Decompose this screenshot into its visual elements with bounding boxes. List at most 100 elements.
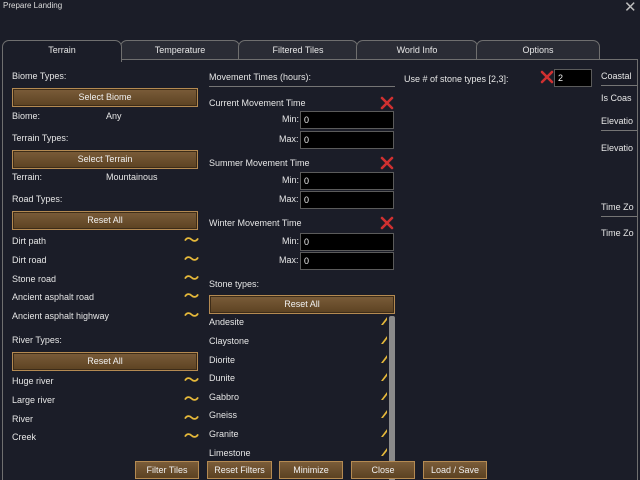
current-max-input[interactable]: 0 — [300, 131, 394, 149]
stone-toggle-icon[interactable] — [381, 317, 387, 325]
ancient-asphalt-road-wave-icon[interactable]: 〜 — [184, 289, 199, 304]
road-item-dirt-road: Dirt road — [12, 255, 47, 265]
ancient-asphalt-highway-wave-icon[interactable]: 〜 — [184, 308, 199, 323]
river-item-huge-river: Huge river — [12, 376, 54, 386]
road-item-dirt-path: Dirt path — [12, 236, 47, 246]
huge-river-wave-icon[interactable]: 〜 — [184, 373, 199, 388]
summer-max-label: Max: — [279, 194, 299, 204]
stone-toggle-icon[interactable] — [381, 336, 387, 344]
road-item-ancient-asphalt-road: Ancient asphalt road — [12, 292, 95, 302]
load-save-button[interactable]: Load / Save — [423, 461, 487, 479]
clear-stone-count-icon[interactable] — [540, 70, 554, 84]
reset-filters-button[interactable]: Reset Filters — [207, 461, 272, 479]
select-biome-button[interactable]: Select Biome — [12, 88, 198, 107]
right-separator — [601, 216, 637, 217]
large-river-wave-icon[interactable]: 〜 — [184, 392, 199, 407]
winter-max-input[interactable]: 0 — [300, 252, 394, 270]
elevation-label-2: Elevatio — [601, 143, 634, 153]
road-item-stone-road: Stone road — [12, 274, 57, 284]
road-item-ancient-asphalt-highway: Ancient asphalt highway — [12, 311, 110, 321]
list-item: Claystone — [209, 336, 387, 354]
tab-filtered-tiles[interactable]: Filtered Tiles — [238, 40, 358, 60]
reset-roads-button[interactable]: Reset All — [12, 211, 198, 230]
select-terrain-button[interactable]: Select Terrain — [12, 150, 198, 169]
close-icon[interactable]: ✕ — [624, 0, 637, 16]
tab-options[interactable]: Options — [476, 40, 600, 60]
list-item: Dunite — [209, 373, 387, 391]
winter-min-label: Min: — [282, 236, 300, 246]
movement-times-label: Movement Times (hours): — [209, 72, 312, 82]
terrain-key: Terrain: — [12, 172, 43, 182]
winter-max-label: Max: — [279, 255, 299, 265]
river-wave-icon[interactable]: 〜 — [184, 411, 199, 426]
stone-types-label: Stone types: — [209, 279, 260, 289]
dirt-road-wave-icon[interactable]: 〜 — [184, 252, 199, 267]
stone-list-scrollbar[interactable] — [389, 316, 395, 480]
reset-stones-button[interactable]: Reset All — [209, 295, 395, 314]
winter-movement-title: Winter Movement Time — [209, 218, 302, 228]
time-zone-label-2: Time Zo — [601, 228, 634, 238]
summer-max-input[interactable]: 0 — [300, 191, 394, 209]
creek-wave-icon[interactable]: 〜 — [184, 429, 199, 444]
river-item-creek: Creek — [12, 432, 37, 442]
time-zone-label-1: Time Zo — [601, 202, 634, 212]
right-separator — [601, 85, 637, 86]
summer-min-input[interactable]: 0 — [300, 172, 394, 190]
use-stone-count-label: Use # of stone types [2,3]: — [404, 74, 509, 84]
river-item-large-river: Large river — [12, 395, 56, 405]
stone-types-list[interactable]: Andesite Claystone Diorite Dunite Gabbro… — [209, 313, 395, 480]
current-max-label: Max: — [279, 134, 299, 144]
stone-count-input[interactable]: 2 — [554, 69, 592, 87]
biome-key: Biome: — [12, 111, 41, 121]
stone-gneiss: Gneiss — [209, 410, 238, 420]
tab-world-info[interactable]: World Info — [356, 40, 478, 60]
terrain-panel: Biome Types: Select Biome Biome: Any Ter… — [2, 59, 638, 480]
list-item: Diorite — [209, 355, 387, 373]
winter-min-input[interactable]: 0 — [300, 233, 394, 251]
stone-toggle-icon[interactable] — [381, 410, 387, 418]
tab-temperature[interactable]: Temperature — [120, 40, 240, 60]
summer-min-label: Min: — [282, 175, 300, 185]
stone-limestone: Limestone — [209, 448, 251, 458]
filter-tiles-button[interactable]: Filter Tiles — [135, 461, 199, 479]
movement-separator — [209, 86, 395, 87]
stone-andesite: Andesite — [209, 317, 245, 327]
stone-toggle-icon[interactable] — [381, 448, 387, 456]
dirt-path-wave-icon[interactable]: 〜 — [184, 233, 199, 248]
stone-toggle-icon[interactable] — [381, 355, 387, 363]
summer-movement-title: Summer Movement Time — [209, 158, 310, 168]
river-types-label: River Types: — [12, 335, 62, 345]
close-button[interactable]: Close — [351, 461, 415, 479]
river-item-river: River — [12, 414, 34, 424]
stone-diorite: Diorite — [209, 355, 236, 365]
terrain-value: Mountainous — [106, 172, 158, 182]
window-title: Prepare Landing — [3, 1, 63, 10]
right-separator — [601, 130, 637, 131]
coastal-label: Coastal — [601, 71, 632, 81]
list-item: Gneiss — [209, 410, 387, 428]
biome-types-label: Biome Types: — [12, 71, 67, 81]
reset-rivers-button[interactable]: Reset All — [12, 352, 198, 371]
stone-toggle-icon[interactable] — [381, 373, 387, 381]
terrain-types-label: Terrain Types: — [12, 133, 69, 143]
stone-dunite: Dunite — [209, 373, 236, 383]
current-movement-title: Current Movement Time — [209, 98, 306, 108]
clear-summer-movement-icon[interactable] — [380, 156, 394, 170]
is-coastal-label: Is Coas — [601, 93, 632, 103]
list-item: Gabbro — [209, 392, 387, 410]
stone-toggle-icon[interactable] — [381, 392, 387, 400]
stone-claystone: Claystone — [209, 336, 250, 346]
stone-gabbro: Gabbro — [209, 392, 240, 402]
clear-winter-movement-icon[interactable] — [380, 216, 394, 230]
minimize-button[interactable]: Minimize — [279, 461, 343, 479]
current-min-input[interactable]: 0 — [300, 111, 394, 129]
biome-value: Any — [106, 111, 122, 121]
current-min-label: Min: — [282, 114, 300, 124]
stone-road-wave-icon[interactable]: 〜 — [184, 271, 199, 286]
stone-toggle-icon[interactable] — [381, 429, 387, 437]
list-item: Granite — [209, 429, 387, 447]
road-types-label: Road Types: — [12, 194, 63, 204]
tab-terrain[interactable]: Terrain — [2, 40, 122, 62]
list-item: Andesite — [209, 317, 387, 335]
clear-current-movement-icon[interactable] — [380, 96, 394, 110]
